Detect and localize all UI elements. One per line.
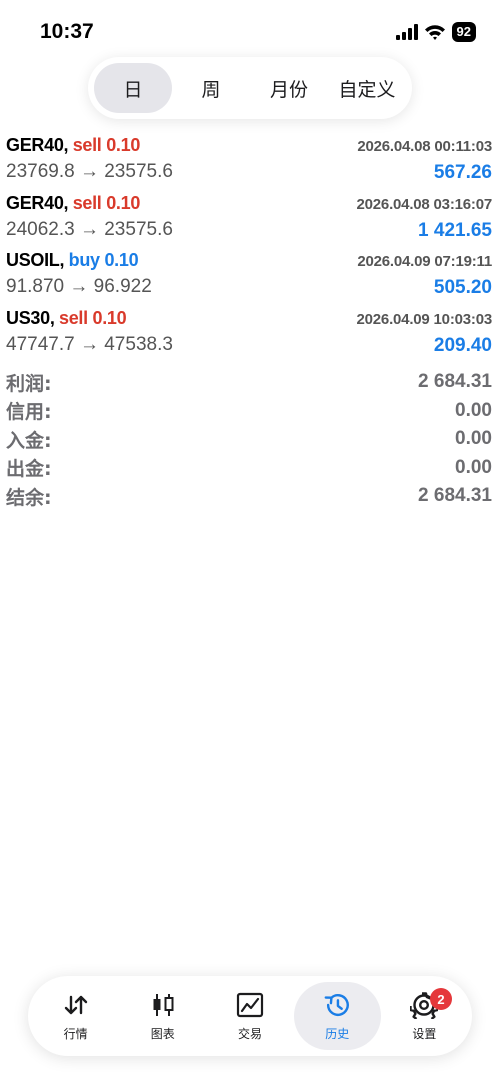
status-time: 10:37 — [40, 20, 94, 43]
quotes-arrows-icon — [62, 991, 90, 1019]
trade-time: 2026.04.09 07:19:11 — [357, 253, 492, 270]
summary-value: 0.00 — [455, 456, 492, 478]
trade-prices: 24062.3 → 23575.6 — [6, 218, 173, 240]
trade-symbol: GER40, — [6, 192, 69, 213]
history-clock-icon — [323, 991, 351, 1019]
status-bar: 10:37 92 — [0, 0, 500, 60]
trade-time: 2026.04.08 03:16:07 — [356, 195, 493, 213]
trade-side: sell 0.10 — [58, 307, 127, 328]
trade-row[interactable]: GER40, sell 0.10 2026.04.08 03:16:07 240… — [6, 190, 494, 248]
period-tab-custom[interactable]: 自定义 — [328, 63, 406, 113]
trade-profit: 567.26 — [433, 162, 492, 183]
trade-prices: 91.870 → 96.922 — [6, 276, 152, 297]
tab-label: 设置 — [412, 1026, 437, 1041]
summary-row-profit: 利润: 2 684.31 — [6, 368, 494, 397]
period-tab-week[interactable]: 周 — [172, 63, 250, 113]
status-icons: 92 — [395, 22, 476, 42]
period-tab-day[interactable]: 日 — [94, 63, 172, 113]
candlestick-chart-icon — [149, 991, 177, 1019]
trade-symbol: GER40, — [6, 135, 69, 155]
period-selector: 日 周 月份 自定义 — [88, 57, 412, 119]
trade-row[interactable]: USOIL, buy 0.10 2026.04.09 07:19:11 91.8… — [6, 247, 494, 305]
trade-time: 2026.04.08 00:11:03 — [357, 138, 492, 155]
trade-profit: 209.40 — [433, 334, 492, 356]
trade-symbol: USOIL, — [6, 250, 65, 270]
summary-value: 2 684.31 — [418, 485, 492, 507]
wifi-icon — [424, 25, 445, 40]
trade-profit: 1 421.65 — [418, 219, 492, 241]
trade-row[interactable]: GER40, sell 0.10 2026.04.08 00:11:03 237… — [6, 132, 494, 190]
summary-row-balance: 结余: 2 684.31 — [6, 482, 494, 511]
tab-charts[interactable]: 图表 — [119, 982, 206, 1050]
summary-row-deposit: 入金: 0.00 — [6, 425, 494, 454]
summary-label: 入金: — [6, 429, 52, 452]
tab-settings[interactable]: 设置 2 — [381, 982, 468, 1050]
summary-label: 结余: — [6, 486, 52, 509]
trade-row[interactable]: US30, sell 0.10 2026.04.09 10:03:03 4774… — [6, 305, 494, 363]
account-summary: 利润: 2 684.31 信用: 0.00 入金: 0.00 出金: 0.00 … — [6, 368, 494, 511]
summary-label: 出金: — [6, 458, 52, 481]
tab-trade[interactable]: 交易 — [206, 982, 293, 1050]
summary-value: 2 684.31 — [418, 371, 492, 393]
signal-icon — [395, 24, 418, 40]
trade-time: 2026.04.09 10:03:03 — [356, 310, 493, 328]
notification-badge: 2 — [430, 988, 453, 1010]
summary-label: 信用: — [6, 401, 52, 424]
tab-history[interactable]: 历史 — [293, 982, 381, 1050]
trade-history-list: GER40, sell 0.10 2026.04.08 00:11:03 237… — [6, 132, 494, 362]
trade-chart-icon — [236, 991, 264, 1019]
tab-label: 行情 — [63, 1026, 88, 1041]
trade-side: sell 0.10 — [72, 192, 141, 213]
trade-prices: 23769.8 → 23575.6 — [6, 161, 173, 182]
summary-label: 利润: — [6, 372, 52, 395]
trade-symbol: US30, — [6, 307, 55, 328]
summary-row-credit: 信用: 0.00 — [6, 397, 494, 426]
trade-side: buy 0.10 — [68, 250, 139, 270]
summary-value: 0.00 — [455, 399, 492, 421]
bottom-tab-bar: 行情 图表 交易 历史 设置 2 — [28, 976, 472, 1056]
trade-side: sell 0.10 — [72, 135, 141, 155]
summary-value: 0.00 — [455, 428, 492, 450]
trade-prices: 47747.7 → 47538.3 — [6, 333, 173, 355]
tab-label: 图表 — [150, 1026, 175, 1041]
period-tab-month[interactable]: 月份 — [250, 63, 328, 113]
summary-row-withdrawal: 出金: 0.00 — [6, 454, 494, 483]
tab-label: 历史 — [325, 1026, 350, 1041]
tab-quotes[interactable]: 行情 — [32, 982, 119, 1050]
trade-profit: 505.20 — [433, 277, 492, 298]
battery-indicator: 92 — [451, 22, 476, 42]
tab-label: 交易 — [238, 1026, 263, 1041]
